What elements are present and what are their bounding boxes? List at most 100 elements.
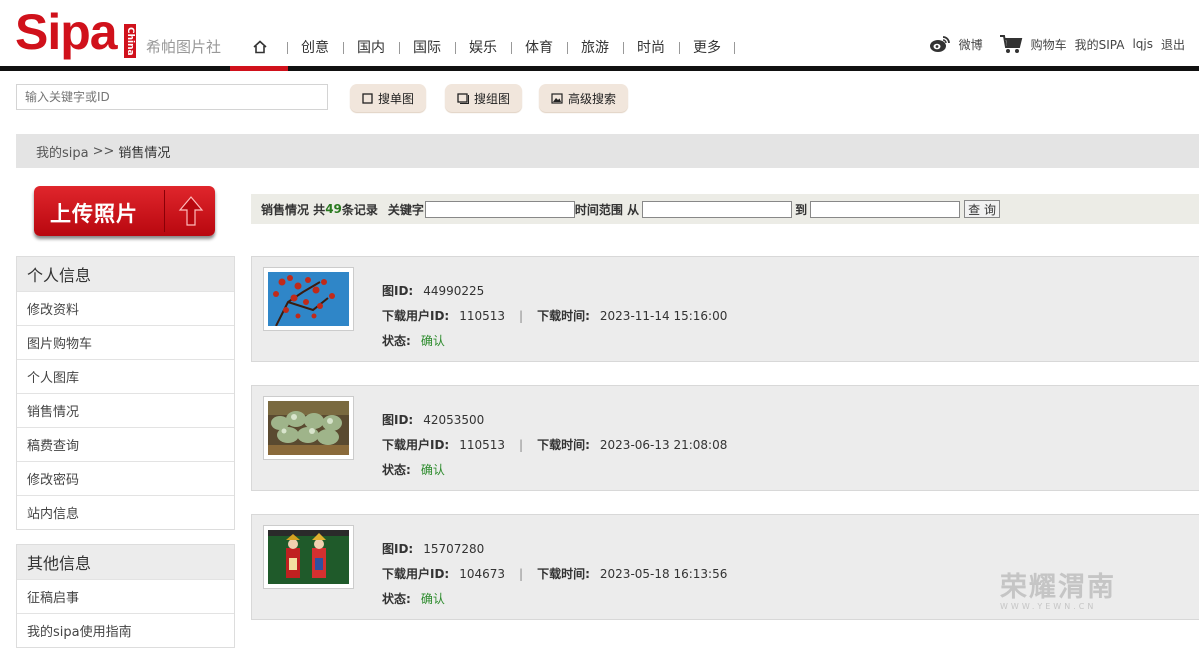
user-id-label: 下载用户ID: xyxy=(382,309,450,323)
record-info: 图ID: 42053500 下载用户ID: 110513 | 下载时间: 2023-06-… xyxy=(382,408,727,483)
nav-item-international[interactable]: 国际 xyxy=(399,0,455,66)
user-id-value: 104673 xyxy=(459,567,506,581)
sidebar-item-change-password[interactable]: 修改密码 xyxy=(17,461,234,495)
nav-item-creative[interactable]: 创意 xyxy=(287,0,343,66)
search-group-label: 搜组图 xyxy=(474,91,511,106)
download-time-label: 下载时间: xyxy=(537,567,590,581)
upload-photo-button[interactable]: 上传照片 xyxy=(34,186,215,236)
keyword-search-input[interactable] xyxy=(16,84,328,110)
main-nav: 创意 国内 国际 娱乐 体育 旅游 时尚 更多 xyxy=(232,0,735,70)
my-sipa-link[interactable]: 我的SIPA xyxy=(1075,36,1125,53)
search-single-button[interactable]: 搜单图 xyxy=(350,84,427,112)
sales-filter-bar: 销售情况 共 49 条记录 关键字 时间范围 从 到 查 询 xyxy=(251,194,1199,224)
home-icon xyxy=(252,40,267,54)
breadcrumb-root[interactable]: 我的sipa xyxy=(36,142,89,161)
nav-label: 国际 xyxy=(413,40,441,56)
sidebar-item-edit-profile[interactable]: 修改资料 xyxy=(17,291,234,325)
sales-record: 图ID: 42053500 下载用户ID: 110513 | 下载时间: 2023-06-… xyxy=(251,385,1199,491)
logo-china-tag: China xyxy=(124,24,136,58)
breadcrumb-separator: >> xyxy=(92,143,115,159)
other-info-panel: 其他信息 征稿启事 我的sipa使用指南 xyxy=(16,544,235,648)
filter-suffix: 条记录 xyxy=(341,202,378,217)
weibo-link[interactable]: 微博 xyxy=(959,36,983,53)
sidebar-item-messages[interactable]: 站内信息 xyxy=(17,495,234,529)
search-group-button[interactable]: 搜组图 xyxy=(445,84,523,112)
sidebar-item-sales[interactable]: 销售情况 xyxy=(17,393,234,427)
download-time-value: 2023-06-13 21:08:08 xyxy=(599,438,728,452)
pic-id-label: 图ID: xyxy=(382,284,414,298)
pic-id-value: 42053500 xyxy=(423,413,485,427)
nav-home[interactable] xyxy=(232,0,287,66)
logo-chinese-name[interactable]: 希帕图片社 xyxy=(146,36,221,57)
active-nav-indicator xyxy=(230,66,288,71)
advanced-search-button[interactable]: 高级搜索 xyxy=(539,84,629,112)
field-divider: | xyxy=(519,567,524,581)
record-thumbnail[interactable] xyxy=(263,267,354,331)
header-divider xyxy=(0,66,1199,71)
nav-label: 更多 xyxy=(693,40,721,56)
sidebar-item-royalty[interactable]: 稿费查询 xyxy=(17,427,234,461)
nav-item-more[interactable]: 更多 xyxy=(679,0,735,66)
download-time-label: 下载时间: xyxy=(537,309,590,323)
sipa-logo[interactable]: Sipa xyxy=(15,4,118,60)
nav-label: 创意 xyxy=(301,40,329,56)
picture-icon xyxy=(551,92,563,104)
date-from-input[interactable] xyxy=(642,200,793,218)
search-single-label: 搜单图 xyxy=(378,91,415,106)
plant-bundles-photo xyxy=(268,401,349,455)
status-label: 状态: xyxy=(382,463,411,477)
nav-label: 娱乐 xyxy=(469,40,497,56)
cart-link[interactable]: 购物车 xyxy=(1031,36,1067,53)
nav-item-travel[interactable]: 旅游 xyxy=(567,0,623,66)
user-id-value: 110513 xyxy=(459,438,506,452)
download-time-label: 下载时间: xyxy=(537,438,590,452)
record-info: 图ID: 44990225 下载用户ID: 110513 | 下载时间: 2023-11-… xyxy=(382,279,727,354)
keyword-filter-input[interactable] xyxy=(424,200,575,218)
breadcrumb: 我的sipa >> 销售情况 xyxy=(16,134,1199,168)
pic-id-value: 15707280 xyxy=(423,542,485,556)
other-info-title: 其他信息 xyxy=(17,545,234,579)
breadcrumb-current: 销售情况 xyxy=(118,145,171,161)
keyword-label: 关键字 xyxy=(387,202,424,217)
upload-divider xyxy=(164,190,165,232)
red-blossoms-photo xyxy=(268,272,349,326)
record-thumbnail[interactable] xyxy=(263,396,354,460)
query-button[interactable]: 查 询 xyxy=(964,200,1000,218)
user-id-label: 下载用户ID: xyxy=(382,438,450,452)
download-time-value: 2023-11-14 15:16:00 xyxy=(599,309,728,323)
group-image-icon xyxy=(457,92,469,104)
status-value: 确认 xyxy=(420,592,445,606)
weibo-icon[interactable] xyxy=(929,35,951,53)
user-id-label: 下载用户ID: xyxy=(382,567,450,581)
sidebar-item-image-cart[interactable]: 图片购物车 xyxy=(17,325,234,359)
watermark-text: 荣耀渭南 xyxy=(1000,572,1116,603)
username-link[interactable]: lqjs xyxy=(1132,37,1153,51)
pic-id-label: 图ID: xyxy=(382,413,414,427)
sidebar-item-call-for-submissions[interactable]: 征稿启事 xyxy=(17,579,234,613)
header-user-links: 微博 购物车 我的SIPA lqjs 退出 xyxy=(929,34,1185,54)
status-value: 确认 xyxy=(420,463,445,477)
nav-item-domestic[interactable]: 国内 xyxy=(343,0,399,66)
nav-label: 体育 xyxy=(525,40,553,56)
field-divider: | xyxy=(519,309,524,323)
nav-label: 时尚 xyxy=(637,40,665,56)
nav-item-entertainment[interactable]: 娱乐 xyxy=(455,0,511,66)
user-id-value: 110513 xyxy=(459,309,506,323)
nav-item-fashion[interactable]: 时尚 xyxy=(623,0,679,66)
status-value: 确认 xyxy=(420,334,445,348)
sidebar-item-user-guide[interactable]: 我的sipa使用指南 xyxy=(17,613,234,647)
cart-icon[interactable] xyxy=(999,34,1023,54)
opera-performers-photo xyxy=(268,530,349,584)
upload-arrow-icon xyxy=(178,196,204,226)
nav-label: 旅游 xyxy=(581,40,609,56)
personal-info-title: 个人信息 xyxy=(17,257,234,291)
date-to-input[interactable] xyxy=(810,200,961,218)
nav-item-sports[interactable]: 体育 xyxy=(511,0,567,66)
sales-record: 图ID: 44990225 下载用户ID: 110513 | 下载时间: 2023-11-… xyxy=(251,256,1199,362)
filter-prefix: 销售情况 共 xyxy=(261,202,326,217)
pic-id-value: 44990225 xyxy=(423,284,485,298)
record-thumbnail[interactable] xyxy=(263,525,354,589)
logout-link[interactable]: 退出 xyxy=(1161,36,1185,53)
sidebar-item-personal-gallery[interactable]: 个人图库 xyxy=(17,359,234,393)
date-to-label: 到 xyxy=(795,202,808,217)
